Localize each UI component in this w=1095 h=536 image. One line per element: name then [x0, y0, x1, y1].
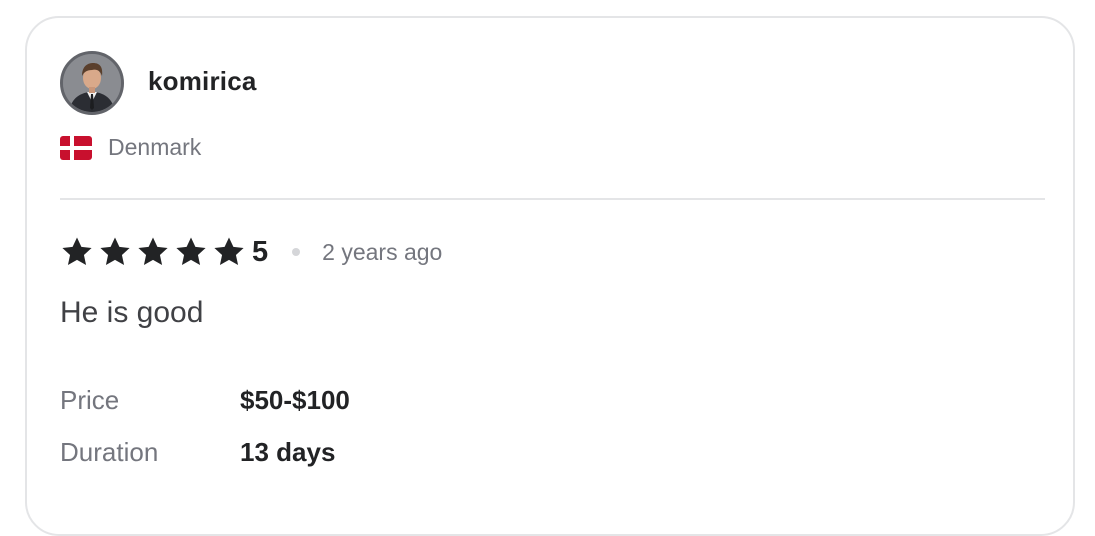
avatar-portrait-icon	[63, 54, 121, 112]
detail-row-price: Price $50-$100	[60, 374, 350, 426]
review-time-ago: 2 years ago	[322, 238, 443, 265]
duration-value: 13 days	[240, 436, 336, 467]
separator-dot	[292, 248, 301, 256]
price-value: $50-$100	[240, 384, 350, 415]
price-label: Price	[60, 384, 120, 415]
country-name: Denmark	[108, 134, 202, 160]
review-text: He is good	[60, 296, 204, 329]
divider	[60, 198, 1045, 200]
star-icon	[62, 237, 92, 266]
reviewer-username[interactable]: komirica	[148, 66, 257, 97]
star-rating	[60, 235, 250, 269]
star-icon	[100, 237, 130, 266]
rating-row: 5 2 years ago	[60, 232, 442, 272]
star-icon	[176, 237, 206, 266]
rating-value: 5	[252, 235, 269, 268]
reviewer-header: komirica	[60, 51, 257, 115]
avatar[interactable]	[60, 51, 124, 115]
review-card: komirica Denmark 5 2 years ago He is goo…	[25, 16, 1075, 536]
duration-label: Duration	[60, 436, 159, 467]
reviewer-country: Denmark	[60, 134, 201, 161]
detail-row-duration: Duration 13 days	[60, 426, 350, 478]
star-icon	[138, 237, 168, 266]
denmark-flag-icon	[60, 135, 92, 160]
review-details: Price $50-$100 Duration 13 days	[60, 374, 350, 478]
star-icon	[214, 237, 244, 266]
